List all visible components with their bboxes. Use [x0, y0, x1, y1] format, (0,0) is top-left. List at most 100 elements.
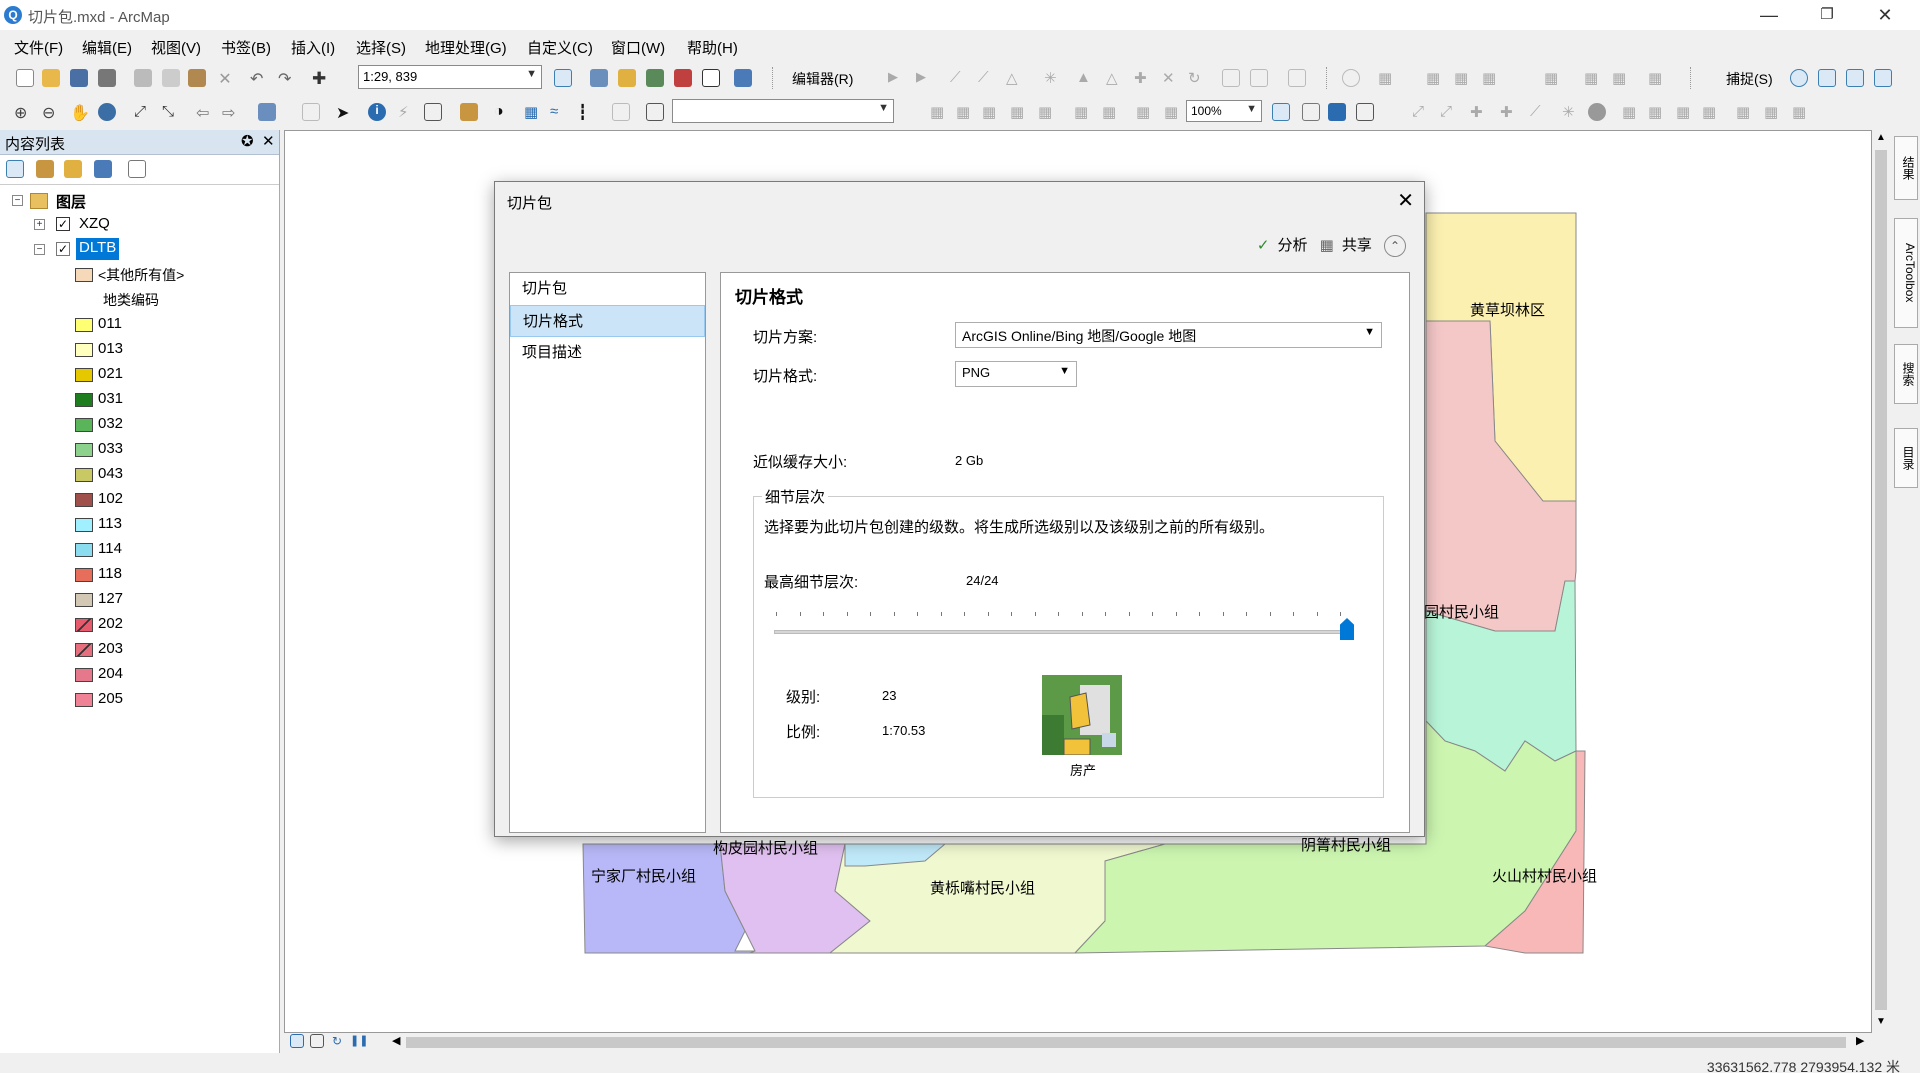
menu-customize[interactable]: 自定义(C) — [527, 37, 593, 58]
layer-name-xzq[interactable]: XZQ — [79, 215, 110, 237]
layer-combo[interactable]: ▼ — [672, 99, 894, 123]
measure-icon[interactable] — [460, 103, 478, 121]
georef-tool-icon-8[interactable]: ▦ — [1622, 103, 1640, 121]
layout-tool-icon-1[interactable]: ▦ — [930, 103, 948, 121]
close-window-button[interactable]: ✕ — [1858, 0, 1912, 30]
create-viewer-icon[interactable] — [612, 103, 630, 121]
straight-segment-icon[interactable]: ⟋ — [950, 69, 968, 87]
georef-tool-icon-1[interactable]: ⤢ — [1412, 103, 1430, 121]
cut-polygons-icon[interactable]: ✚ — [1134, 69, 1152, 87]
zoom-in-icon[interactable]: ⊕ — [14, 103, 32, 122]
menu-view[interactable]: 视图(V) — [151, 37, 201, 58]
edit-annotation-icon[interactable]: ▶ — [916, 69, 934, 87]
map-vertical-scrollbar[interactable]: ▲ ▼ — [1872, 130, 1890, 1033]
advanced-edit-icon-5[interactable]: ▦ — [1584, 69, 1602, 87]
attributes-icon[interactable] — [1222, 69, 1240, 87]
snapping-menu[interactable]: 捕捉(S) — [1726, 69, 1773, 89]
pan-hand-icon[interactable]: ✋ — [70, 103, 90, 122]
delete-icon[interactable]: ✕ — [216, 69, 234, 88]
list-by-drawing-order-icon[interactable] — [6, 160, 24, 178]
split-tool-icon[interactable]: ▲ — [1076, 69, 1094, 87]
construction-tool-icon[interactable]: △ — [1006, 69, 1024, 87]
arctoolbox-icon[interactable] — [674, 69, 692, 87]
scroll-up-icon[interactable]: ▲ — [1876, 132, 1886, 143]
menu-windows[interactable]: 窗口(W) — [611, 37, 665, 58]
dock-tab-arctoolbox[interactable]: ArcToolbox — [1894, 218, 1918, 328]
zoom-percent-combo[interactable]: 100% ▼ — [1186, 100, 1262, 122]
georef-tool-icon-14[interactable]: ▦ — [1792, 103, 1810, 121]
tile-format-select[interactable]: PNG ▼ — [955, 361, 1077, 387]
binoculars-icon[interactable]: ◑ — [494, 103, 512, 121]
back-arrow-icon[interactable]: ⇦ — [196, 103, 214, 122]
scrollbar-thumb[interactable] — [406, 1037, 1846, 1048]
advanced-edit-icon-7[interactable]: ▦ — [1648, 69, 1666, 87]
dock-tab-results[interactable]: 结果 — [1894, 136, 1918, 200]
collapse-up-icon[interactable]: ⌃ — [1384, 235, 1406, 257]
layout-tool-icon-7[interactable]: ▦ — [1102, 103, 1120, 121]
collapse-icon[interactable]: − — [34, 244, 45, 255]
focus-data-frame-icon[interactable] — [1302, 103, 1320, 121]
go-to-xy-icon[interactable]: ≈ — [550, 103, 568, 121]
editor-menu[interactable]: 编辑器(R) — [792, 69, 853, 89]
map-scale-combo[interactable]: 1:29, 839 ▼ — [358, 65, 542, 89]
restore-button[interactable]: ❐ — [1800, 0, 1854, 30]
new-document-icon[interactable] — [16, 69, 34, 87]
reshape-tool-icon[interactable]: △ — [1106, 69, 1124, 87]
full-extent-globe-icon[interactable] — [98, 103, 116, 121]
nav-item-tile-package[interactable]: 切片包 — [510, 273, 705, 305]
time-slider-icon[interactable]: ┇ — [578, 103, 596, 121]
layout-view-icon[interactable] — [310, 1034, 324, 1048]
open-folder-icon[interactable] — [42, 69, 60, 87]
sketch-properties-icon[interactable] — [1250, 69, 1268, 87]
data-view-icon[interactable] — [290, 1034, 304, 1048]
paste-icon[interactable] — [188, 69, 206, 87]
georef-tool-icon-2[interactable]: ⤢ — [1440, 103, 1458, 121]
georef-tool-icon-13[interactable]: ▦ — [1764, 103, 1782, 121]
zoom-out-icon[interactable]: ⊖ — [42, 103, 60, 122]
layout-tool-icon-4[interactable]: ▦ — [1010, 103, 1028, 121]
layout-tool-icon-8[interactable]: ▦ — [1136, 103, 1154, 121]
dock-tab-catalog[interactable]: 目录 — [1894, 428, 1918, 488]
create-features-icon[interactable] — [1288, 69, 1306, 87]
forward-arrow-icon[interactable]: ⇨ — [222, 103, 240, 122]
rotate-icon[interactable]: ↻ — [1188, 69, 1206, 87]
advanced-edit-icon-4[interactable]: ▦ — [1544, 69, 1562, 87]
scrollbar-thumb[interactable] — [1875, 150, 1887, 1010]
nav-item-item-description[interactable]: 项目描述 — [510, 337, 705, 369]
modelbuilder-icon[interactable] — [734, 69, 752, 87]
topology-icon[interactable] — [1342, 69, 1360, 87]
toggle-draft-icon[interactable] — [1272, 103, 1290, 121]
layer-name-dltb[interactable]: DLTB — [76, 238, 120, 260]
menu-insert[interactable]: 插入(I) — [291, 37, 335, 58]
georef-tool-icon-7[interactable] — [1588, 103, 1606, 121]
layer-visibility-checkbox-xzq[interactable]: ✓ — [56, 217, 70, 231]
redo-icon[interactable]: ↷ — [278, 69, 296, 88]
dock-tab-search[interactable]: 搜索 — [1894, 344, 1918, 404]
lod-slider-thumb[interactable] — [1340, 618, 1354, 640]
search-window-icon[interactable] — [646, 69, 664, 87]
advanced-edit-icon-2[interactable]: ▦ — [1454, 69, 1472, 87]
menu-edit[interactable]: 编辑(E) — [82, 37, 132, 58]
advanced-edit-icon-3[interactable]: ▦ — [1482, 69, 1500, 87]
map-horizontal-scrollbar[interactable]: ◀ ▶ — [390, 1033, 1872, 1051]
python-window-icon[interactable] — [702, 69, 720, 87]
save-icon[interactable] — [70, 69, 88, 87]
collapse-icon[interactable]: − — [12, 195, 23, 206]
list-by-source-icon[interactable] — [36, 160, 54, 178]
georef-tool-icon-5[interactable]: ⟋ — [1530, 103, 1548, 121]
georef-icon[interactable]: ▦ — [1378, 69, 1396, 87]
advanced-edit-icon-6[interactable]: ▦ — [1612, 69, 1630, 87]
find-icon[interactable] — [424, 103, 442, 121]
refresh-icon[interactable]: ↻ — [332, 1034, 346, 1048]
clear-selection-icon[interactable] — [302, 103, 320, 121]
expand-icon[interactable]: + — [34, 219, 45, 230]
pause-drawing-icon[interactable]: ❚❚ — [350, 1034, 368, 1048]
list-by-visibility-icon[interactable] — [64, 160, 82, 178]
copy-icon[interactable] — [162, 69, 180, 87]
editor-toolbar-icon[interactable] — [554, 69, 572, 87]
lod-slider-track[interactable] — [774, 630, 1354, 634]
catalog-icon[interactable] — [618, 69, 636, 87]
layer-icon[interactable] — [646, 103, 664, 121]
fixed-zoom-out-icon[interactable]: ⤡ — [162, 103, 180, 121]
cut-icon[interactable] — [134, 69, 152, 87]
